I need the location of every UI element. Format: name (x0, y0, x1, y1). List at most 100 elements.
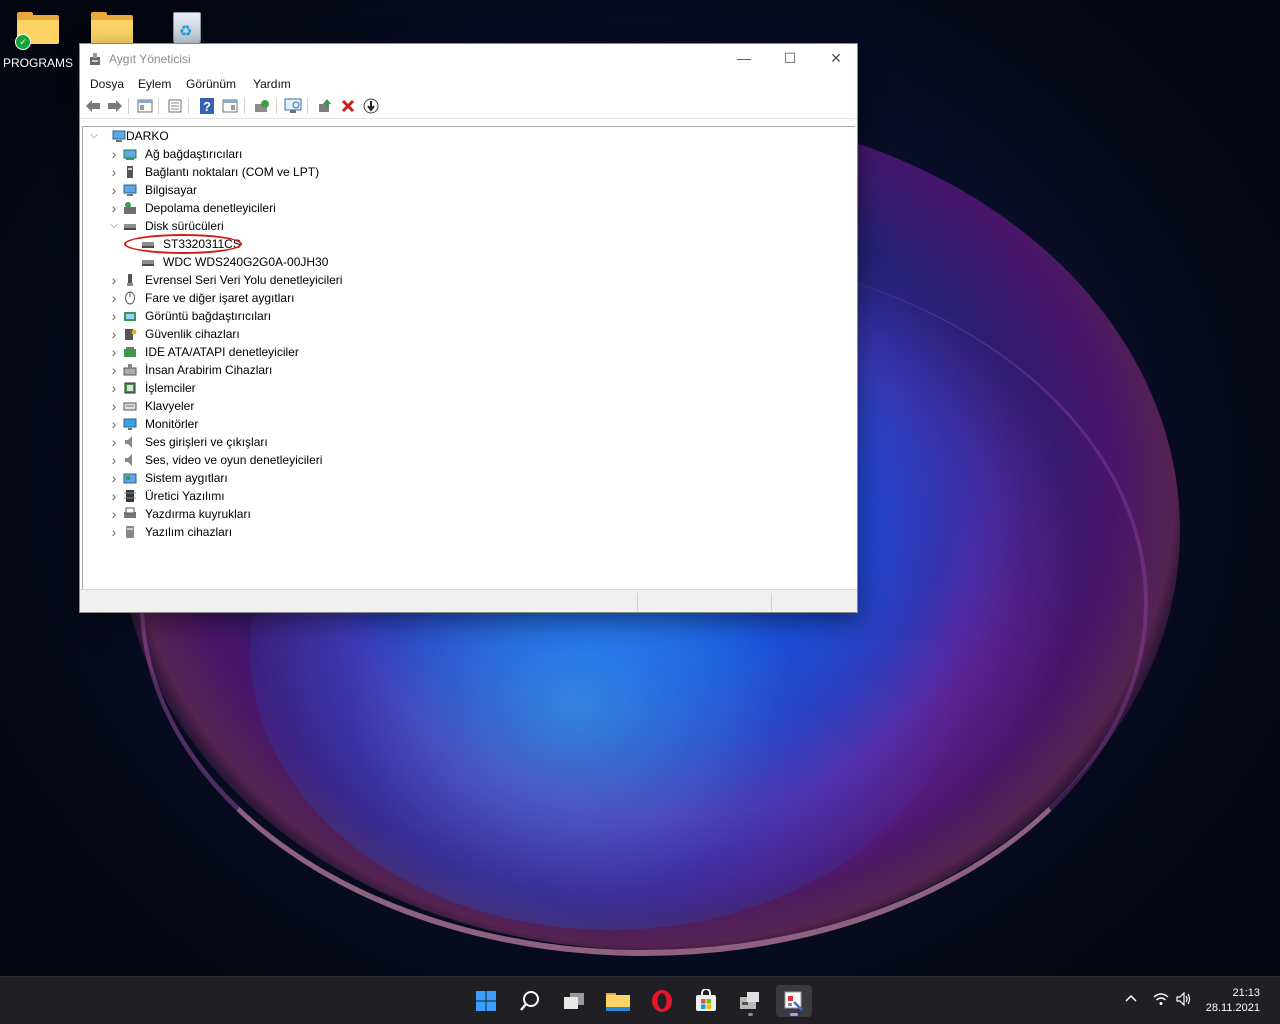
keyboard-icon (123, 402, 137, 411)
disk-drive-icon (142, 260, 154, 266)
tree-category-label: Üretici Yazılımı (145, 489, 225, 503)
file-explorer-button[interactable] (600, 985, 636, 1017)
folder-icon (91, 12, 133, 44)
desktop-icon-programs[interactable]: ✓ PROGRAMS (0, 12, 76, 70)
start-button[interactable] (468, 985, 504, 1017)
chevron-right-icon[interactable]: › (109, 271, 119, 289)
sound-video-icon (125, 454, 132, 466)
maximize-button[interactable]: ☐ (767, 44, 813, 74)
toolbar: ? (80, 94, 857, 119)
chevron-up-icon (1125, 994, 1137, 1002)
port-icon (127, 166, 133, 178)
download-icon[interactable] (362, 97, 380, 115)
tree-category-label: Sistem aygıtları (145, 471, 228, 485)
chevron-right-icon[interactable]: › (109, 505, 119, 523)
chevron-right-icon[interactable]: › (109, 451, 119, 469)
processor-icon (124, 382, 136, 394)
title-bar[interactable]: Aygıt Yöneticisi — ☐ ✕ (80, 44, 857, 74)
security-device-icon (125, 329, 137, 340)
chevron-right-icon[interactable]: › (109, 145, 119, 163)
tree-category-label: Evrensel Seri Veri Yolu denetleyicileri (145, 273, 343, 287)
chevron-down-icon[interactable]: ⌵ (89, 127, 99, 145)
update-driver-icon[interactable] (253, 97, 271, 115)
tree-category-label: Fare ve diğer işaret aygıtları (145, 291, 295, 305)
menu-bar: Dosya Eylem Görünüm Yardım (80, 74, 857, 94)
device-app-button[interactable] (732, 985, 768, 1017)
minimize-button[interactable]: — (721, 44, 767, 74)
menu-eylem[interactable]: Eylem (138, 77, 171, 91)
taskbar: 21:13 28.11.2021 (0, 976, 1280, 1024)
search-button[interactable] (512, 985, 548, 1017)
help-icon[interactable]: ? (198, 97, 216, 115)
recycle-bin-icon: ♻ (169, 8, 203, 46)
chevron-right-icon[interactable]: › (109, 397, 119, 415)
chevron-right-icon[interactable]: › (109, 289, 119, 307)
properties-icon[interactable] (166, 97, 184, 115)
tray-overflow-button[interactable] (1124, 991, 1138, 1008)
add-driver-icon[interactable] (316, 97, 334, 115)
store-icon (696, 989, 716, 1011)
desktop-icon-folder[interactable] (74, 12, 150, 44)
computer-icon (123, 184, 137, 196)
start-icon (476, 991, 496, 1011)
chevron-right-icon[interactable]: › (109, 415, 119, 433)
menu-gorunum[interactable]: Görünüm (186, 77, 236, 91)
tree-category-label: Güvenlik cihazları (145, 327, 240, 341)
scan-hardware-icon[interactable] (284, 97, 302, 115)
device-manager-taskbar-button[interactable] (776, 985, 812, 1017)
display-adapter-icon (124, 312, 136, 321)
disk-drive-icon (124, 224, 136, 230)
chevron-right-icon[interactable]: › (109, 523, 119, 541)
tree-category-label: Bilgisayar (145, 183, 198, 197)
search-icon (520, 991, 539, 1011)
tree-category-label: Görüntü bağdaştırıcıları (145, 309, 272, 323)
network-button[interactable] (1153, 992, 1169, 1009)
chevron-right-icon[interactable]: › (109, 307, 119, 325)
menu-yardim[interactable]: Yardım (253, 77, 291, 91)
opera-button[interactable] (644, 985, 680, 1017)
task-view-button[interactable] (556, 985, 592, 1017)
tree-category-label: Klavyeler (145, 399, 195, 413)
tree-category-label: Bağlantı noktaları (COM ve LPT) (145, 165, 320, 179)
tree-category-label: Disk sürücüleri (145, 219, 224, 233)
chevron-right-icon[interactable]: › (109, 469, 119, 487)
chevron-right-icon[interactable]: › (109, 361, 119, 379)
chevron-right-icon[interactable]: › (109, 163, 119, 181)
clock[interactable]: 21:13 28.11.2021 (1206, 986, 1260, 1016)
show-hide-tree-icon[interactable] (136, 97, 154, 115)
tree-category-label: Ses girişleri ve çıkışları (145, 435, 268, 449)
chevron-right-icon[interactable]: › (109, 181, 119, 199)
chevron-right-icon[interactable]: › (109, 379, 119, 397)
tree-category-label: Yazılım cihazları (145, 525, 233, 539)
tree-category-label: IDE ATA/ATAPI denetleyiciler (145, 345, 299, 359)
chevron-right-icon[interactable]: › (109, 199, 119, 217)
view-icon[interactable] (221, 97, 239, 115)
device-manager-icon (90, 53, 100, 65)
firmware-icon (124, 490, 136, 502)
hid-icon (123, 364, 137, 376)
uninstall-icon[interactable] (339, 97, 357, 115)
chevron-right-icon[interactable]: › (109, 487, 119, 505)
device-manager-window: Aygıt Yöneticisi — ☐ ✕ Dosya Eylem Görün… (79, 43, 858, 613)
speaker-icon (1176, 991, 1191, 1007)
network-adapter-icon (123, 149, 137, 160)
store-button[interactable] (688, 985, 724, 1017)
close-button[interactable]: ✕ (813, 44, 859, 74)
tree-device-label: WDC WDS240G2G0A-00JH30 (163, 255, 329, 269)
opera-icon (652, 990, 672, 1012)
chevron-right-icon[interactable]: › (109, 325, 119, 343)
menu-dosya[interactable]: Dosya (90, 77, 124, 91)
printer-icon (124, 507, 136, 518)
back-arrow-icon[interactable] (84, 97, 102, 115)
tree-category-label: Depolama denetleyicileri (145, 201, 276, 215)
volume-button[interactable] (1176, 991, 1192, 1009)
wifi-icon (1153, 993, 1169, 1005)
chevron-down-icon[interactable]: ⌵ (109, 217, 119, 235)
chevron-right-icon[interactable]: › (109, 343, 119, 361)
device-tree[interactable]: ⌵ DARKO › Ağ bağdaştırıcıları › Bağlantı no… (82, 126, 855, 589)
desktop-icon-recycle-bin[interactable]: ♻ (148, 8, 224, 46)
computer-icon (112, 130, 126, 142)
forward-arrow-icon[interactable] (106, 97, 124, 115)
chevron-right-icon[interactable]: › (109, 433, 119, 451)
device-manager-icon (784, 991, 803, 1011)
